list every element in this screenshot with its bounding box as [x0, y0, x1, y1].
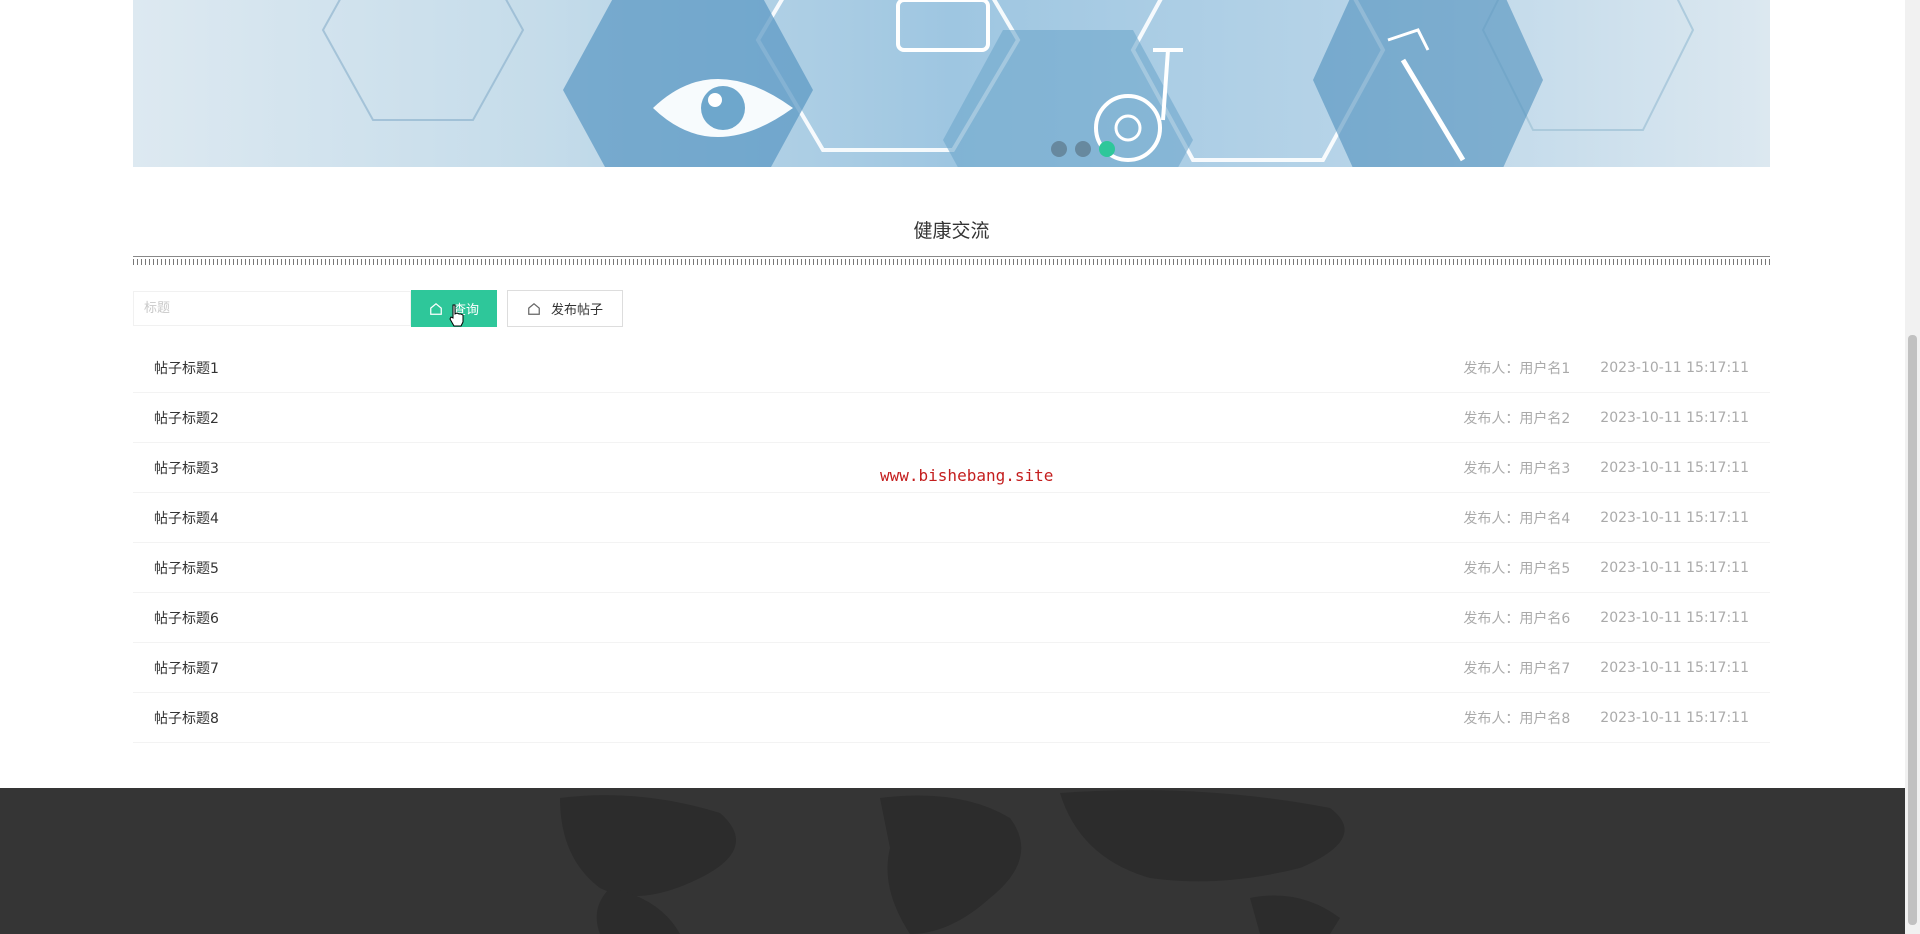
- post-author: 发布人：用户名5: [1463, 560, 1571, 577]
- post-row[interactable]: 帖子标题2 发布人：用户名2 2023-10-11 15:17:11: [133, 393, 1770, 443]
- hand-cursor-icon: [449, 304, 464, 327]
- section-divider: [133, 256, 1770, 267]
- carousel-dot-active[interactable]: [1099, 141, 1115, 157]
- post-title[interactable]: 帖子标题5: [154, 558, 1463, 578]
- home-icon: [430, 302, 442, 315]
- banner-carousel[interactable]: [133, 0, 1770, 167]
- post-row[interactable]: 帖子标题6 发布人：用户名6 2023-10-11 15:17:11: [133, 593, 1770, 643]
- post-author: 发布人：用户名6: [1463, 610, 1571, 627]
- post-time: 2023-10-11 15:17:11: [1600, 609, 1749, 626]
- post-title[interactable]: 帖子标题6: [154, 608, 1463, 628]
- post-row[interactable]: 帖子标题5 发布人：用户名5 2023-10-11 15:17:11: [133, 543, 1770, 593]
- post-time: 2023-10-11 15:17:11: [1600, 659, 1749, 676]
- vertical-scrollbar[interactable]: [1905, 0, 1920, 934]
- search-bar: 查询 发布帖子: [133, 290, 623, 327]
- post-time: 2023-10-11 15:17:11: [1600, 459, 1749, 476]
- title-search-input[interactable]: [133, 291, 411, 326]
- post-time: 2023-10-11 15:17:11: [1600, 559, 1749, 576]
- home-icon: [528, 302, 540, 315]
- post-time: 2023-10-11 15:17:11: [1600, 409, 1749, 426]
- post-title[interactable]: 帖子标题4: [154, 508, 1463, 528]
- post-row[interactable]: 帖子标题1 发布人：用户名1 2023-10-11 15:17:11: [133, 343, 1770, 393]
- post-author: 发布人：用户名7: [1463, 660, 1571, 677]
- post-list: 帖子标题1 发布人：用户名1 2023-10-11 15:17:11 帖子标题2…: [133, 343, 1770, 743]
- post-title[interactable]: 帖子标题7: [154, 658, 1463, 678]
- post-title[interactable]: 帖子标题3: [154, 458, 1463, 478]
- page: 健康交流 查询 发布帖子 帖子标题1 发布人：用户名1 2023-10-11 1…: [0, 0, 1905, 934]
- post-title[interactable]: 帖子标题1: [154, 358, 1463, 378]
- world-map-background: [560, 790, 1345, 934]
- post-time: 2023-10-11 15:17:11: [1600, 359, 1749, 376]
- carousel-dots: [1051, 141, 1115, 157]
- post-author: 发布人：用户名1: [1463, 360, 1571, 377]
- publish-post-label: 发布帖子: [550, 302, 603, 317]
- post-author: 发布人：用户名2: [1463, 410, 1571, 427]
- post-author: 发布人：用户名4: [1463, 510, 1571, 527]
- footer: [0, 788, 1905, 934]
- post-title[interactable]: 帖子标题8: [154, 708, 1463, 728]
- post-author: 发布人：用户名8: [1463, 710, 1571, 727]
- post-row[interactable]: 帖子标题4 发布人：用户名4 2023-10-11 15:17:11: [133, 493, 1770, 543]
- carousel-dot[interactable]: [1051, 141, 1067, 157]
- post-row[interactable]: 帖子标题8 发布人：用户名8 2023-10-11 15:17:11: [133, 693, 1770, 743]
- watermark-text: www.bishebang.site: [880, 466, 1054, 485]
- post-row[interactable]: 帖子标题7 发布人：用户名7 2023-10-11 15:17:11: [133, 643, 1770, 693]
- publish-post-button[interactable]: 发布帖子: [507, 290, 623, 327]
- post-time: 2023-10-11 15:17:11: [1600, 509, 1749, 526]
- scrollbar-thumb[interactable]: [1908, 335, 1917, 925]
- banner-image: [321, 0, 1695, 167]
- post-author: 发布人：用户名3: [1463, 460, 1571, 477]
- section-title: 健康交流: [913, 220, 990, 242]
- post-title[interactable]: 帖子标题2: [154, 408, 1463, 428]
- post-time: 2023-10-11 15:17:11: [1600, 709, 1749, 726]
- carousel-dot[interactable]: [1075, 141, 1091, 157]
